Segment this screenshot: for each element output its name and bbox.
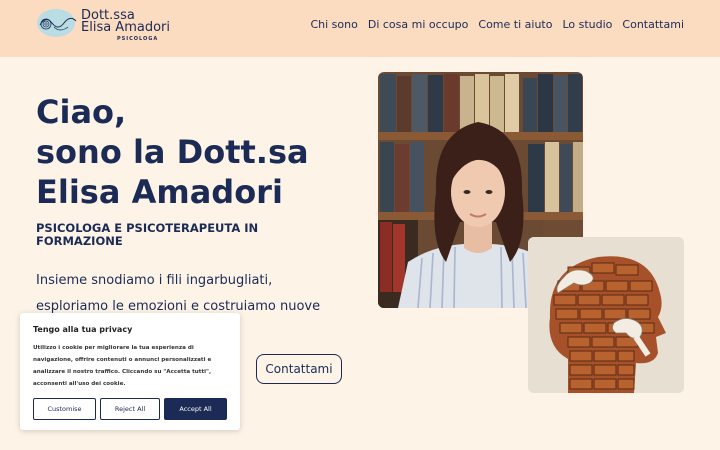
cookie-customise-button[interactable]: Customise — [33, 398, 96, 420]
logo-name-line2: Elisa Amadori — [81, 20, 170, 35]
site-header: Dott.ssa Elisa Amadori PSICOLOGA Chi son… — [0, 0, 720, 57]
logo-subtitle: PSICOLOGA — [117, 36, 159, 42]
cookie-accept-all-button[interactable]: Accept All — [164, 398, 227, 420]
logo[interactable]: Dott.ssa Elisa Amadori PSICOLOGA — [36, 7, 170, 42]
nav-di-cosa-mi-occupo[interactable]: Di cosa mi occupo — [368, 18, 469, 31]
cookie-banner-text: Utilizzo i cookie per migliorare la tua … — [33, 345, 212, 387]
main-nav: Chi sono Di cosa mi occupo Come ti aiuto… — [310, 18, 684, 31]
cookie-banner: Tengo alla tua privacy Utilizzo i cookie… — [20, 313, 240, 430]
hero-title: Ciao, sono la Dott.sa Elisa Amadori — [36, 92, 366, 212]
yarn-wave-logo-icon — [37, 9, 77, 37]
nav-chi-sono[interactable]: Chi sono — [310, 18, 357, 31]
head-drawers-illustration — [528, 237, 684, 393]
contact-button[interactable]: Contattami — [256, 354, 342, 384]
nav-contattami[interactable]: Contattami — [622, 18, 684, 31]
hero-title-line: Ciao, — [36, 93, 127, 131]
hero-title-line: Elisa Amadori — [36, 173, 283, 211]
cookie-banner-title: Tengo alla tua privacy — [33, 325, 133, 334]
hero-subtitle: PSICOLOGA E PSICOTERAPEUTA IN FORMAZIONE — [36, 221, 259, 248]
nav-lo-studio[interactable]: Lo studio — [562, 18, 612, 31]
cookie-reject-all-button[interactable]: Reject All — [100, 398, 160, 420]
nav-come-ti-aiuto[interactable]: Come ti aiuto — [478, 18, 552, 31]
hero-title-line: sono la Dott.sa — [36, 133, 309, 171]
